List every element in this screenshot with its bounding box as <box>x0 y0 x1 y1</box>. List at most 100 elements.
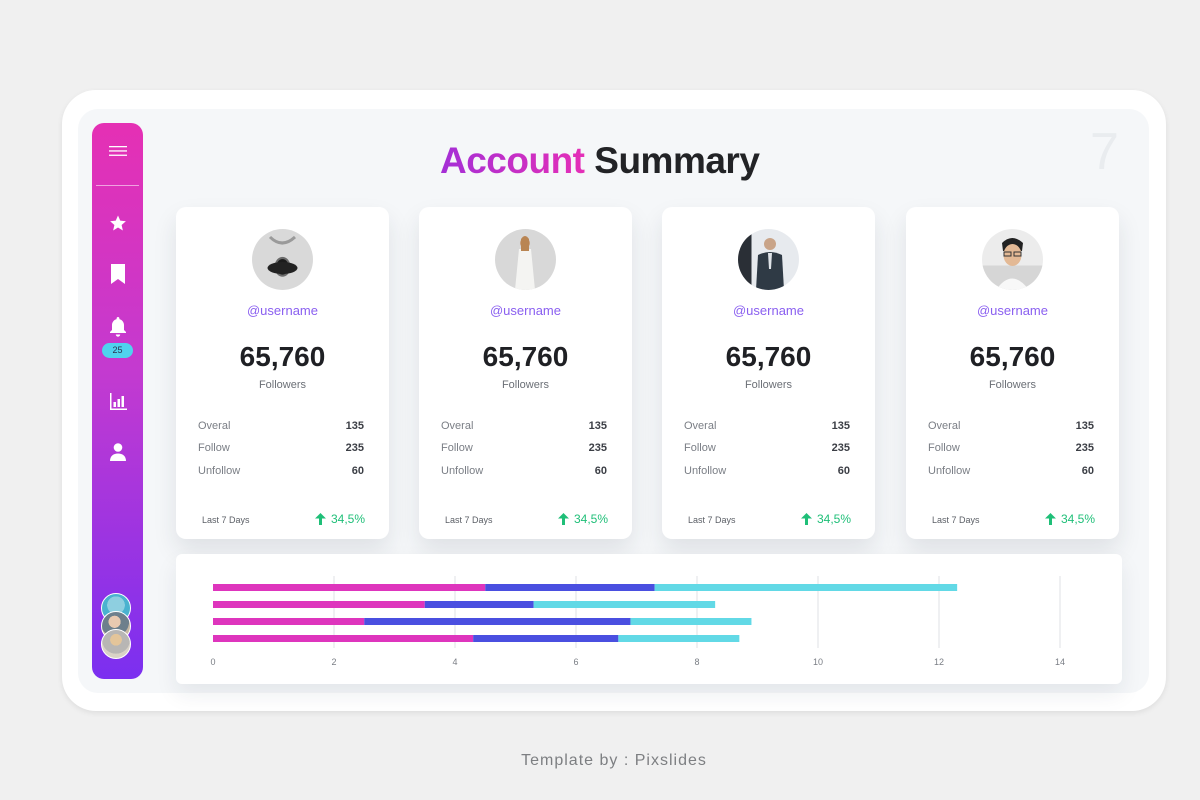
account-photo <box>495 229 556 290</box>
change-indicator: 34,5% <box>314 512 365 526</box>
change-indicator: 34,5% <box>557 512 608 526</box>
stat-label: Overal <box>684 420 717 432</box>
x-tick-label: 10 <box>813 657 823 667</box>
account-username[interactable]: @username <box>662 303 875 318</box>
stat-label: Follow <box>684 442 716 454</box>
stat-row: Follow 235 <box>928 442 1094 458</box>
account-username[interactable]: @username <box>176 303 389 318</box>
account-card[interactable]: @username 65,760 Followers Overal 135 Fol… <box>906 207 1119 539</box>
arrow-up-icon <box>314 513 326 525</box>
chart-icon[interactable] <box>92 392 143 412</box>
sidebar: 25 <box>92 123 143 679</box>
bar-segment-series-3[interactable] <box>630 618 752 625</box>
stat-value: 135 <box>588 420 607 432</box>
stat-label: Unfollow <box>928 465 971 477</box>
period-label: Last 7 Days <box>688 515 736 525</box>
stat-value: 235 <box>831 442 850 454</box>
bar-segment-series-1[interactable] <box>213 618 365 625</box>
followers-count: 65,760 <box>482 341 569 372</box>
stat-label: Unfollow <box>684 465 727 477</box>
stat-value: 60 <box>594 465 607 477</box>
bar-segment-series-3[interactable] <box>654 584 958 591</box>
page-title-main: Summary <box>594 140 760 181</box>
followers-label: Followers <box>744 379 793 391</box>
followers-label: Followers <box>258 379 307 391</box>
stat-value: 60 <box>837 465 850 477</box>
stat-value: 60 <box>1081 465 1094 477</box>
stat-row: Overal 135 <box>441 420 607 436</box>
stat-label: Follow <box>928 442 960 454</box>
stat-row: Unfollow 60 <box>928 465 1094 481</box>
bar-segment-series-2[interactable] <box>473 635 619 642</box>
bar-segment-series-1[interactable] <box>213 635 474 642</box>
account-username[interactable]: @username <box>906 303 1119 318</box>
user-icon[interactable] <box>92 442 143 462</box>
change-value: 34,5% <box>816 512 851 526</box>
change-indicator: 34,5% <box>1044 512 1095 526</box>
x-tick-label: 6 <box>573 657 578 667</box>
stat-row: Follow 235 <box>198 442 364 458</box>
bar-segment-series-3[interactable] <box>618 635 740 642</box>
x-tick-label: 14 <box>1055 657 1065 667</box>
x-tick-label: 12 <box>934 657 944 667</box>
stat-value: 60 <box>351 465 364 477</box>
stat-row: Unfollow 60 <box>198 465 364 481</box>
stat-row: Unfollow 60 <box>684 465 850 481</box>
followers-count: 65,760 <box>969 341 1056 372</box>
x-tick-label: 8 <box>694 657 699 667</box>
stat-row: Overal 135 <box>928 420 1094 436</box>
stat-label: Overal <box>928 420 961 432</box>
stat-value: 235 <box>588 442 607 454</box>
account-card[interactable]: @username 65,760 Followers Overal 135 Fol… <box>662 207 875 539</box>
change-value: 34,5% <box>330 512 365 526</box>
bell-icon[interactable] <box>92 317 143 337</box>
bar-segment-series-2[interactable] <box>485 584 655 591</box>
account-card[interactable]: @username 65,760 Followers Overal 135 Fol… <box>176 207 389 539</box>
avatar[interactable] <box>101 629 131 659</box>
period-label: Last 7 Days <box>202 515 250 525</box>
stat-row: Follow 235 <box>684 442 850 458</box>
change-indicator: 34,5% <box>800 512 851 526</box>
stat-row: Overal 135 <box>198 420 364 436</box>
bookmark-icon[interactable] <box>92 263 143 285</box>
change-value: 34,5% <box>1060 512 1095 526</box>
followers-count: 65,760 <box>725 341 812 372</box>
followers-label: Followers <box>988 379 1037 391</box>
stat-label: Overal <box>198 420 231 432</box>
template-credit: Template by : Pixslides <box>521 752 707 769</box>
account-username[interactable]: @username <box>419 303 632 318</box>
stacked-bar-chart: 0 2 4 6 8 10 12 14 <box>210 576 1065 667</box>
bar-segment-series-3[interactable] <box>533 601 716 608</box>
stat-label: Overal <box>441 420 474 432</box>
bar-segment-series-2[interactable] <box>364 618 631 625</box>
star-icon[interactable] <box>92 213 143 233</box>
stat-value: 135 <box>831 420 850 432</box>
stat-row: Follow 235 <box>441 442 607 458</box>
menu-icon[interactable] <box>92 143 143 159</box>
stat-value: 235 <box>345 442 364 454</box>
bar-segment-series-1[interactable] <box>213 584 486 591</box>
followers-chart-panel: 0 2 4 6 8 10 12 14 <box>176 554 1122 684</box>
avatar-stack[interactable] <box>101 593 133 663</box>
stat-value: 135 <box>1075 420 1094 432</box>
sidebar-divider <box>96 185 139 186</box>
account-photo <box>738 229 799 290</box>
stat-value: 135 <box>345 420 364 432</box>
followers-count: 65,760 <box>239 341 326 372</box>
stat-label: Unfollow <box>441 465 484 477</box>
notification-badge: 25 <box>102 343 133 358</box>
stat-value: 235 <box>1075 442 1094 454</box>
x-tick-label: 4 <box>452 657 457 667</box>
account-photo <box>982 229 1043 290</box>
page-title: Account Summary <box>440 140 760 182</box>
page-number: 7 <box>1090 123 1119 181</box>
page-title-accent: Account <box>440 140 585 181</box>
stat-label: Follow <box>441 442 473 454</box>
bar-segment-series-2[interactable] <box>424 601 534 608</box>
bar-segment-series-1[interactable] <box>213 601 425 608</box>
account-card[interactable]: @username 65,760 Followers Overal 135 Fol… <box>419 207 632 539</box>
account-photo <box>252 229 313 290</box>
followers-label: Followers <box>501 379 550 391</box>
period-label: Last 7 Days <box>932 515 980 525</box>
arrow-up-icon <box>1044 513 1056 525</box>
